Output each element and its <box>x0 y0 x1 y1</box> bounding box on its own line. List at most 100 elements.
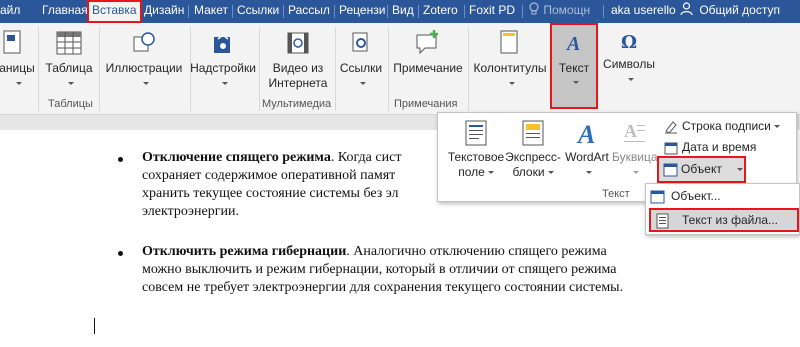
menu-item-text-from-file[interactable]: Текст из файла... <box>649 208 799 232</box>
signature-label: Строка подписи <box>682 119 771 133</box>
header-footer-label: Колонтитулы <box>473 61 547 75</box>
tab-insert[interactable]: Вставка <box>87 0 142 23</box>
tab-review[interactable]: Рецензи <box>339 0 385 23</box>
group-divider <box>38 27 39 111</box>
online-video-button[interactable]: Видео из Интернета <box>262 29 334 91</box>
paragraph-1-line-2: сохраняет содержимое оперативной памят <box>142 168 396 183</box>
tab-zotero[interactable]: Zotero <box>423 0 458 23</box>
signature-line-button[interactable]: Строка подписи <box>664 119 780 134</box>
paragraph-2-line-3: совсем не требует электроэнергии для сох… <box>142 280 624 295</box>
addins-button[interactable]: Надстройки <box>190 29 256 91</box>
svg-text:A: A <box>624 121 637 141</box>
group-divider <box>468 27 469 111</box>
links-label: Ссылки <box>339 61 383 75</box>
textbox-button[interactable]: Текстовое поле <box>446 119 506 180</box>
object-icon <box>663 163 678 177</box>
user-name[interactable]: aka userello <box>611 0 676 23</box>
document-icon <box>656 213 669 229</box>
textbox-label-2: поле <box>458 165 485 179</box>
chevron-down-icon <box>773 125 780 129</box>
links-button[interactable]: Ссылки <box>337 29 385 91</box>
quick-parts-label-1: Экспресс- <box>505 150 561 164</box>
menu-item-object-label: Объект... <box>671 189 721 203</box>
symbols-button[interactable]: Ω Символы <box>602 29 656 87</box>
paragraph-1-line-4: электроэнергии. <box>142 204 239 219</box>
tab-divider <box>283 5 284 18</box>
paragraph-2-text: . Аналогично отключению спящего режима <box>346 244 607 259</box>
chevron-down-icon <box>67 82 74 86</box>
table-label: Таблица <box>45 61 93 75</box>
quick-parts-icon <box>522 120 544 146</box>
paragraph-1-text: . Когда сист <box>330 150 402 165</box>
group-divider <box>335 27 336 111</box>
ribbon-tab-bar: айл Главная Вставка Дизайн Макет Ссылки … <box>0 0 800 23</box>
dropcap-button[interactable]: A Буквица <box>612 119 658 180</box>
chevron-down-icon <box>508 82 515 86</box>
tab-view[interactable]: Вид <box>392 0 414 23</box>
tab-divider <box>464 5 465 18</box>
table-button[interactable]: Таблица <box>42 29 96 91</box>
illustrations-button[interactable]: Иллюстрации <box>103 29 185 91</box>
object-icon <box>650 190 665 204</box>
tell-me-placeholder: Помощн <box>543 3 591 17</box>
chevron-down-icon <box>547 171 554 175</box>
chevron-down-icon <box>585 171 592 175</box>
comment-icon <box>416 30 438 55</box>
tell-me-box[interactable]: Помощн <box>528 0 590 23</box>
menu-item-object[interactable]: Объект... <box>650 189 721 204</box>
ribbon-insert: аницы Таблица Таблицы Иллюстрации Надстр… <box>0 23 800 115</box>
person-icon <box>680 2 693 16</box>
film-icon <box>287 32 309 54</box>
omega-icon: Ω <box>621 32 637 53</box>
online-video-label-1: Видео из <box>272 61 324 75</box>
object-button[interactable]: Объект <box>657 156 746 183</box>
pages-label: аницы <box>0 61 35 75</box>
chevron-down-icon <box>359 82 366 86</box>
quick-parts-button[interactable]: Экспресс- блоки <box>502 119 564 180</box>
tab-references[interactable]: Ссылки <box>237 0 279 23</box>
shapes-icon <box>133 32 155 52</box>
date-time-button[interactable]: Дата и время <box>664 140 756 155</box>
tab-divider <box>418 5 419 18</box>
paragraph-2-line-2: можно выключить и режим гибернации, кото… <box>142 262 617 277</box>
tab-divider <box>603 5 604 18</box>
object-label: Объект <box>681 162 722 176</box>
wordart-label: WordArt <box>565 150 609 164</box>
tab-divider <box>334 5 335 18</box>
group-divider <box>99 27 100 111</box>
menu-item-text-from-file-label: Текст из файла... <box>682 213 779 227</box>
dropcap-label: Буквица <box>612 150 658 164</box>
tab-divider <box>522 5 523 18</box>
comment-button[interactable]: Примечание <box>390 29 466 76</box>
tab-mailings[interactable]: Рассыл <box>288 0 330 23</box>
link-icon <box>352 32 368 52</box>
tab-foxit[interactable]: Foxit PD <box>469 0 515 23</box>
group-label-tables: Таблицы <box>48 98 93 110</box>
text-cursor <box>94 318 95 334</box>
svg-text:A: A <box>565 33 580 55</box>
header-footer-button[interactable]: Колонтитулы <box>470 29 550 91</box>
tab-layout[interactable]: Макет <box>194 0 228 23</box>
share-button[interactable]: Общий доступ <box>680 0 780 23</box>
dropcap-icon: A <box>624 121 645 142</box>
wordart-button[interactable]: A WordArt <box>562 119 612 180</box>
chevron-down-icon <box>221 82 228 86</box>
pages-button[interactable]: аницы <box>0 29 36 91</box>
tab-divider <box>188 5 189 18</box>
tab-divider <box>387 5 388 18</box>
bullet-marker <box>118 251 123 256</box>
svg-text:Ω: Ω <box>621 32 637 53</box>
text-label: Текст <box>558 61 590 75</box>
tab-home[interactable]: Главная <box>42 0 88 23</box>
lightbulb-icon <box>529 2 539 15</box>
tab-file[interactable]: айл <box>0 0 20 23</box>
chevron-down-icon <box>572 81 579 85</box>
chevron-down-icon <box>487 171 494 175</box>
chevron-down-icon <box>15 82 22 86</box>
text-button[interactable]: A Текст <box>550 23 598 109</box>
tab-design[interactable]: Дизайн <box>144 0 184 23</box>
group-divider <box>259 27 260 111</box>
quick-parts-label-2: блоки <box>512 165 545 179</box>
date-time-label: Дата и время <box>682 140 757 154</box>
table-icon <box>56 31 82 55</box>
